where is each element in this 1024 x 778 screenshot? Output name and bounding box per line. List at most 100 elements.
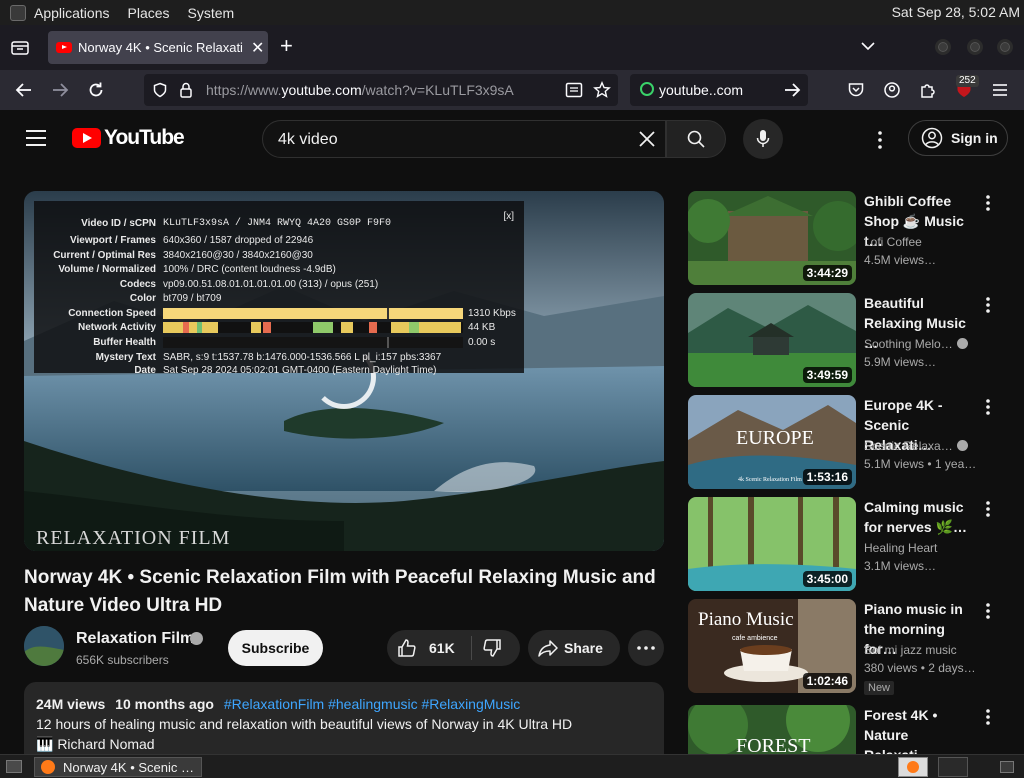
lock-icon[interactable] xyxy=(174,78,198,102)
menu-applications[interactable]: Applications xyxy=(34,5,110,21)
thumbs-down-icon xyxy=(483,639,501,657)
tracking-shield-icon[interactable] xyxy=(148,78,172,102)
action-menu-icon[interactable] xyxy=(982,601,994,621)
like-divider xyxy=(471,636,472,660)
recommended-video-title[interactable]: Calming music for nerves 🌿… xyxy=(864,497,976,537)
stats-row: Network Activity 44 KB xyxy=(78,322,496,333)
video-thumbnail[interactable]: 3:44:29 xyxy=(688,191,856,285)
firefox-icon xyxy=(41,760,55,774)
workspace-switcher[interactable] xyxy=(898,757,928,777)
subscribe-button[interactable]: Subscribe xyxy=(228,630,323,666)
search-query-text[interactable]: 4k video xyxy=(278,131,338,149)
clear-search-icon[interactable] xyxy=(637,129,657,154)
reload-icon[interactable] xyxy=(84,78,108,102)
show-desktop-icon[interactable] xyxy=(6,760,22,773)
search-bar[interactable]: youtube..com xyxy=(630,74,808,106)
more-horizontal-icon xyxy=(637,646,655,650)
taskbar-window-button[interactable]: Norway 4K • Scenic … xyxy=(34,757,202,777)
search-go-arrow-icon[interactable] xyxy=(780,78,804,102)
video-thumbnail[interactable]: FOREST xyxy=(688,705,856,754)
pocket-icon[interactable] xyxy=(844,78,868,102)
share-label: Share xyxy=(564,640,603,656)
stats-row: Codecs vp09.00.51.08.01.01.01.01.00 (313)… xyxy=(119,279,379,290)
window-close-button[interactable] xyxy=(997,39,1013,55)
connection-speed-graph xyxy=(163,308,463,319)
stats-row: Date Sat Sep 28 2024 05:02:01 GMT-0400 (E… xyxy=(134,364,437,376)
window-minimize-button[interactable] xyxy=(935,39,951,55)
voice-search-button[interactable] xyxy=(743,119,783,159)
app-menu-logo-icon[interactable] xyxy=(10,4,26,21)
channel-avatar[interactable] xyxy=(24,626,64,666)
address-bar[interactable]: https://www.youtube.com/watch?v=KLuTLF3x… xyxy=(144,74,618,106)
dislike-button[interactable] xyxy=(482,638,502,663)
sign-in-button[interactable]: Sign in xyxy=(908,120,1008,156)
reader-view-icon[interactable] xyxy=(562,78,586,102)
like-button[interactable]: 61K xyxy=(397,630,455,666)
thumbs-up-icon xyxy=(398,639,416,657)
video-thumbnail[interactable]: Piano Music cafe ambience 1:02:46 xyxy=(688,599,856,693)
back-arrow-icon[interactable] xyxy=(12,78,36,102)
share-button[interactable]: Share xyxy=(528,630,620,666)
recommended-channel[interactable]: Sol mi jazz music xyxy=(864,643,974,657)
menu-places[interactable]: Places xyxy=(128,5,170,21)
stats-row: Mystery Text SABR, s:9 t:1537.78 b:1476.0… xyxy=(95,352,442,363)
recommended-video[interactable]: 3:44:29 Ghibli Coffee Shop ☕ Music t… Lo… xyxy=(688,191,1008,287)
action-menu-icon[interactable] xyxy=(982,295,994,315)
stats-row: Volume / Normalized 100% / DRC (content l… xyxy=(58,264,336,275)
stats-row: Buffer Health 0.00 s xyxy=(93,337,496,348)
video-thumbnail[interactable]: 3:49:59 xyxy=(688,293,856,387)
trash-icon[interactable] xyxy=(1000,761,1014,773)
tab-list-icon[interactable] xyxy=(9,37,31,59)
list-all-tabs-chevron-icon[interactable] xyxy=(860,38,876,59)
youtube-logo[interactable]: YouTube xyxy=(72,126,185,150)
action-menu-icon[interactable] xyxy=(982,397,994,417)
guide-menu-icon[interactable] xyxy=(26,130,46,146)
video-thumbnail[interactable]: EUROPE 4k Scenic Relaxation Film 1:53:16 xyxy=(688,395,856,489)
video-player[interactable]: RELAXATION FILM [x] Video ID / sCPN KLuTL… xyxy=(24,191,664,551)
recommended-channel[interactable]: Healing Heart xyxy=(864,541,974,555)
recommended-channel[interactable]: Soothing Melo… xyxy=(864,337,974,351)
hashtags[interactable]: #RelaxationFilm #healingmusic #RelaxingM… xyxy=(224,696,520,712)
action-menu-icon[interactable] xyxy=(982,193,994,213)
app-menu-hamburger-icon[interactable] xyxy=(988,78,1012,102)
share-arrow-icon xyxy=(538,640,558,657)
ublock-count-badge: 252 xyxy=(956,75,979,87)
desktop-screen: Applications Places System Sat Sep 28, 5… xyxy=(0,0,1024,778)
search-button[interactable] xyxy=(666,120,726,158)
account-icon[interactable] xyxy=(880,78,904,102)
thumbnail-overlay-text: FOREST xyxy=(736,735,811,754)
settings-more-vertical-icon[interactable] xyxy=(868,128,892,152)
new-tab-button[interactable]: + xyxy=(280,35,293,57)
bookmark-star-icon[interactable] xyxy=(590,78,614,102)
url-text[interactable]: https://www.youtube.com/watch?v=KLuTLF3x… xyxy=(206,82,518,98)
tab-close-icon[interactable]: ✕ xyxy=(251,38,264,58)
panel-clock[interactable]: Sat Sep 28, 5:02 AM xyxy=(892,4,1020,20)
recommended-video[interactable]: FOREST Forest 4K • Nature Relaxati… xyxy=(688,705,1008,754)
stats-for-nerds-panel: [x] Video ID / sCPN KLuTLF3x9sA / JNM4 RW… xyxy=(34,201,524,376)
youtube-search-input[interactable]: 4k video xyxy=(262,120,666,158)
recommended-video[interactable]: Piano Music cafe ambience 1:02:46 Piano … xyxy=(688,599,1008,695)
forward-arrow-icon[interactable] xyxy=(48,78,72,102)
recommended-video-title[interactable]: Forest 4K • Nature Relaxati… xyxy=(864,705,976,754)
tab-title: Norway 4K • Scenic Relaxation Film with … xyxy=(78,40,243,55)
thumbnail-overlay-text: Piano Music xyxy=(698,609,794,630)
recommended-channel[interactable]: Scenic Relaxa… xyxy=(864,439,974,453)
youtube-play-logo-icon xyxy=(72,128,101,148)
action-menu-icon[interactable] xyxy=(982,499,994,519)
user-circle-icon xyxy=(921,127,943,149)
channel-name[interactable]: Relaxation Film xyxy=(76,630,194,648)
recommended-video[interactable]: 3:49:59 Beautiful Relaxing Music … Sooth… xyxy=(688,293,1008,389)
extensions-puzzle-icon[interactable] xyxy=(916,78,940,102)
action-menu-icon[interactable] xyxy=(982,707,994,727)
video-thumbnail[interactable]: 3:45:00 xyxy=(688,497,856,591)
recommended-video[interactable]: EUROPE 4k Scenic Relaxation Film 1:53:16… xyxy=(688,395,1008,491)
workspace-switcher-2[interactable] xyxy=(938,757,968,777)
window-maximize-button[interactable] xyxy=(967,39,983,55)
description-box[interactable]: 24M views 10 months ago #RelaxationFilm … xyxy=(24,682,664,754)
recommended-channel[interactable]: Lofi Coffee xyxy=(864,235,974,249)
recommended-video[interactable]: 3:45:00 Calming music for nerves 🌿… Heal… xyxy=(688,497,1008,593)
search-bar-text[interactable]: youtube..com xyxy=(659,82,743,98)
more-actions-button[interactable] xyxy=(628,630,664,666)
menu-system[interactable]: System xyxy=(188,5,235,21)
tab-youtube-active[interactable]: Norway 4K • Scenic Relaxation Film with … xyxy=(48,31,268,64)
